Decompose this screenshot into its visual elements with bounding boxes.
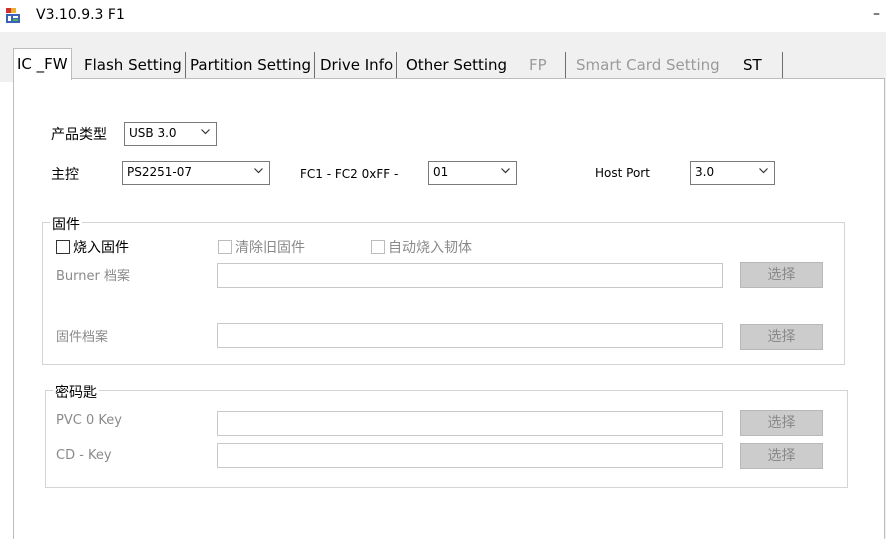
- firmware-group-title: 固件: [50, 214, 82, 234]
- cd-key-field[interactable]: [217, 443, 723, 468]
- title-bar: V3.10.9.3 F1 –: [0, 0, 886, 32]
- auto-burn-checkbox[interactable]: 自动烧入韧体: [371, 237, 472, 257]
- window-title: V3.10.9.3 F1: [36, 7, 125, 23]
- keys-group: [45, 390, 848, 488]
- host-port-select[interactable]: 3.0: [690, 161, 775, 185]
- checkbox-box: [371, 240, 385, 254]
- burner-select-button[interactable]: 选择: [740, 262, 823, 288]
- product-type-select[interactable]: USB 3.0: [124, 122, 217, 146]
- auto-burn-label: 自动烧入韧体: [388, 240, 472, 256]
- burn-firmware-label: 烧入固件: [73, 240, 129, 256]
- checkbox-box: [56, 240, 70, 254]
- product-type-value: USB 3.0: [129, 126, 177, 140]
- tab-drive-info[interactable]: Drive Info: [317, 52, 398, 78]
- app-icon: [5, 7, 21, 24]
- burner-file-field[interactable]: [217, 263, 723, 288]
- chevron-down-icon: [501, 168, 510, 174]
- keys-group-title: 密码匙: [53, 382, 99, 402]
- minimize-button[interactable]: –: [873, 6, 880, 22]
- fc-value: 01: [433, 165, 449, 179]
- firmware-select-button[interactable]: 选择: [740, 324, 823, 350]
- burn-firmware-checkbox[interactable]: 烧入固件: [56, 237, 129, 257]
- tab-st[interactable]: ST: [721, 52, 783, 78]
- ic-fw-panel: 产品类型 USB 3.0 主控 PS2251-07 FC1 - FC2 0xFF…: [13, 78, 885, 539]
- pvc-key-label: PVC 0 Key: [56, 413, 122, 428]
- clear-old-firmware-label: 清除旧固件: [235, 240, 305, 256]
- tab-flash-setting[interactable]: Flash Setting: [81, 52, 186, 78]
- tab-other-setting[interactable]: Other Setting: [403, 52, 512, 78]
- controller-label: 主控: [51, 167, 79, 183]
- controller-select[interactable]: PS2251-07: [122, 161, 270, 185]
- chevron-down-icon: [759, 168, 768, 174]
- product-type-label: 产品类型: [51, 127, 107, 143]
- fc-select[interactable]: 01: [428, 161, 517, 185]
- clear-old-firmware-checkbox[interactable]: 清除旧固件: [218, 237, 305, 257]
- pvc-key-field[interactable]: [217, 411, 723, 436]
- controller-value: PS2251-07: [127, 165, 192, 179]
- checkbox-box: [218, 240, 232, 254]
- firmware-file-field[interactable]: [217, 323, 723, 348]
- tab-fp[interactable]: FP: [509, 52, 566, 78]
- cd-key-label: CD - Key: [56, 448, 112, 463]
- tab-smart-card-setting[interactable]: Smart Card Setting: [573, 52, 724, 78]
- burner-file-label: Burner 档案: [56, 269, 130, 284]
- chevron-down-icon: [254, 168, 263, 174]
- host-port-value: 3.0: [695, 165, 715, 179]
- tab-ic-fw[interactable]: IC _FW: [13, 48, 72, 80]
- pvc-key-select-button[interactable]: 选择: [740, 410, 823, 436]
- firmware-file-label: 固件档案: [56, 330, 109, 345]
- fc-label: FC1 - FC2 0xFF -: [300, 167, 399, 181]
- chevron-down-icon: [201, 129, 210, 135]
- tab-partition-setting[interactable]: Partition Setting: [187, 52, 315, 78]
- host-port-label: Host Port: [595, 166, 650, 180]
- tab-strip: IC _FW Flash Setting Partition Setting D…: [0, 32, 886, 82]
- cd-key-select-button[interactable]: 选择: [740, 443, 823, 469]
